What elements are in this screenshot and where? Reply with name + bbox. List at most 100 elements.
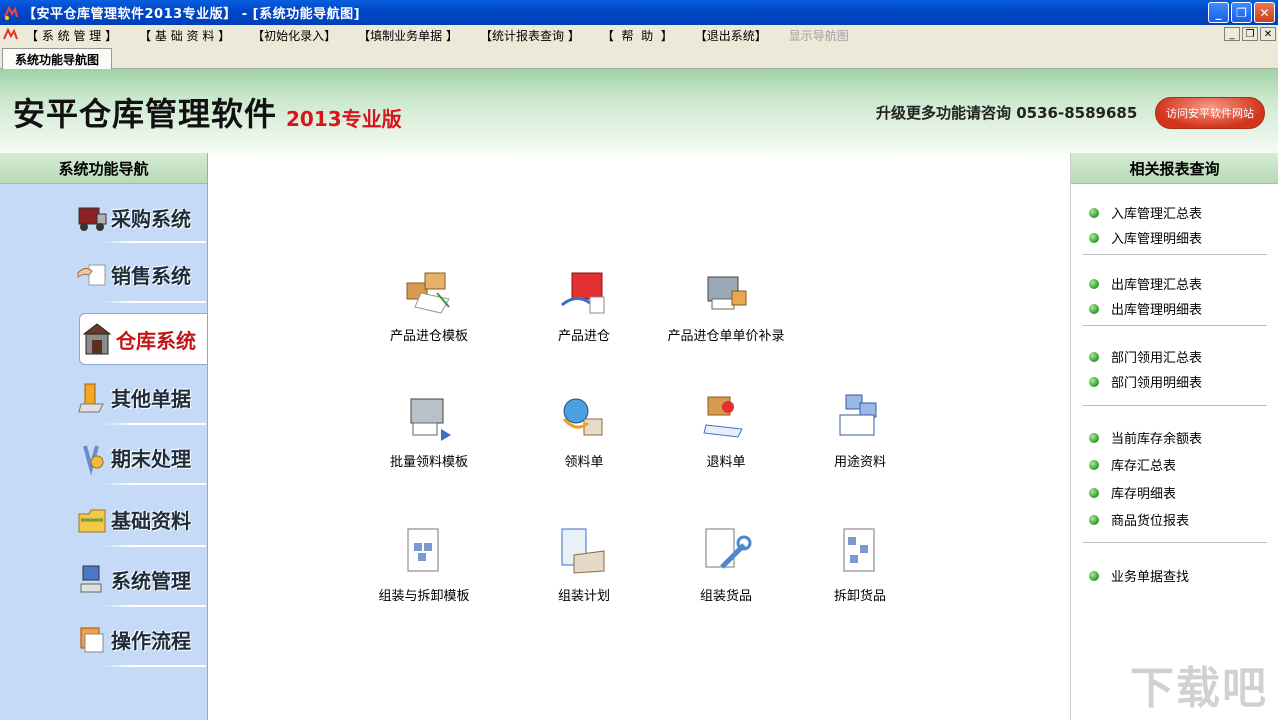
menu-basic-data[interactable]: 【 基 础 资 料 】 xyxy=(139,27,230,44)
nav-item-sales[interactable]: 销售系统 xyxy=(75,248,207,300)
bullet-icon xyxy=(1089,376,1099,387)
report-dept-usage-detail[interactable]: 部门领用明细表 xyxy=(1089,372,1202,391)
assembly-template-icon xyxy=(407,528,439,572)
func-product-inbound[interactable]: 产品进仓 xyxy=(504,263,664,344)
flow-icon xyxy=(80,627,104,653)
func-batch-requisition-template[interactable]: 批量领料模板 xyxy=(349,389,509,470)
app-logo-icon xyxy=(4,5,18,20)
nav-item-system-admin[interactable]: 系统管理 xyxy=(75,553,207,605)
bullet-icon xyxy=(1089,432,1099,443)
bullet-icon xyxy=(1089,459,1099,470)
func-requisition-slip[interactable]: 领料单 xyxy=(504,389,664,470)
report-inbound-detail[interactable]: 入库管理明细表 xyxy=(1089,228,1202,247)
mdi-minimize-button[interactable]: _ xyxy=(1224,27,1240,41)
bullet-icon xyxy=(1089,303,1099,314)
func-inbound-price-entry[interactable]: 产品进仓单单价补录 xyxy=(646,263,806,344)
nav-divider xyxy=(102,483,206,485)
func-assembly-template[interactable]: 组装与拆卸模板 xyxy=(344,523,504,604)
report-stock-detail[interactable]: 库存明细表 xyxy=(1089,483,1176,502)
document-stack-icon xyxy=(78,383,104,413)
header-banner: 安平仓库管理软件 2013专业版 升级更多功能请咨询 0536-8589685 … xyxy=(0,69,1278,153)
report-stock-summary[interactable]: 库存汇总表 xyxy=(1089,455,1176,474)
bullet-icon xyxy=(1089,487,1099,498)
menu-system-management[interactable]: 【 系 统 管 理 】 xyxy=(26,27,117,44)
left-nav-title: 系统功能导航 xyxy=(0,153,207,184)
report-goods-location[interactable]: 商品货位报表 xyxy=(1089,510,1189,529)
left-nav-panel: 系统功能导航 采购系统 销售系统 仓库系统 其他单据 期末处理 基础资料 系统管… xyxy=(0,153,208,720)
menu-business-documents[interactable]: 【填制业务单据 】 xyxy=(358,27,458,44)
nav-item-basic-data[interactable]: 基础资料 xyxy=(75,493,207,545)
mdi-document-icon[interactable] xyxy=(2,27,20,43)
folder-icon xyxy=(78,509,106,533)
tools-icon xyxy=(83,445,104,476)
window-title: 【安平仓库管理软件2013专业版】 - [系统功能导航图] xyxy=(23,7,361,22)
close-button[interactable]: ✕ xyxy=(1254,2,1275,23)
bullet-icon xyxy=(1089,232,1099,243)
bullet-icon xyxy=(1089,278,1099,289)
func-disassemble-goods[interactable]: 拆卸货品 xyxy=(780,523,940,604)
reports-divider xyxy=(1083,325,1267,326)
nav-divider xyxy=(102,605,206,607)
report-current-stock-balance[interactable]: 当前库存余额表 xyxy=(1089,428,1202,447)
mdi-restore-button[interactable]: ❐ xyxy=(1242,27,1258,41)
bullet-icon xyxy=(1089,207,1099,218)
bullet-icon xyxy=(1089,514,1099,525)
watermark: 下载吧 xyxy=(1130,663,1268,714)
mdi-close-button[interactable]: ✕ xyxy=(1260,27,1276,41)
contact-info: 升级更多功能请咨询 0536-8589685 xyxy=(876,104,1138,122)
nav-divider xyxy=(102,665,206,667)
report-outbound-detail[interactable]: 出库管理明细表 xyxy=(1089,299,1202,318)
menu-exit[interactable]: 【退出系统】 xyxy=(695,27,767,44)
reports-divider xyxy=(1083,254,1267,255)
reports-panel: 相关报表查询 入库管理汇总表 入库管理明细表 出库管理汇总表 出库管理明细表 部… xyxy=(1070,153,1278,720)
nav-item-other-docs[interactable]: 其他单据 xyxy=(75,371,207,423)
reports-divider xyxy=(1083,405,1267,406)
nav-item-period-end[interactable]: 期末处理 xyxy=(75,431,207,483)
nav-divider xyxy=(102,301,206,303)
menu-report-query[interactable]: 【统计报表查询 】 xyxy=(480,27,580,44)
report-dept-usage-summary[interactable]: 部门领用汇总表 xyxy=(1089,347,1202,366)
window-titlebar[interactable]: 【安平仓库管理软件2013专业版】 - [系统功能导航图] _ ❐ ✕ xyxy=(0,0,1278,25)
menu-bar: 【 系 统 管 理 】 【 基 础 资 料 】 【初始化录入】 【填制业务单据 … xyxy=(0,25,1278,45)
tab-strip: 系统功能导航图 xyxy=(0,45,1278,69)
reports-divider xyxy=(1083,542,1267,543)
nav-item-workflow[interactable]: 操作流程 xyxy=(75,613,207,665)
minimize-button[interactable]: _ xyxy=(1208,2,1229,23)
bullet-icon xyxy=(1089,570,1099,581)
func-product-inbound-template[interactable]: 产品进仓模板 xyxy=(349,263,509,344)
truck-icon xyxy=(78,207,107,231)
function-area: 产品进仓模板 产品进仓 产品进仓单单价补录 批量领料模板 领料单 退料单 用途资… xyxy=(208,153,1070,720)
report-inbound-summary[interactable]: 入库管理汇总表 xyxy=(1089,203,1202,222)
func-assembly-plan[interactable]: 组装计划 xyxy=(504,523,664,604)
report-outbound-summary[interactable]: 出库管理汇总表 xyxy=(1089,274,1202,293)
warehouse-icon xyxy=(82,323,112,355)
wrench-document-icon xyxy=(705,528,752,569)
globe-box-icon xyxy=(562,398,603,436)
report-document-search[interactable]: 业务单据查找 xyxy=(1089,566,1189,585)
nav-item-purchase[interactable]: 采购系统 xyxy=(75,191,207,243)
nav-divider xyxy=(102,545,206,547)
menu-show-nav[interactable]: 显示导航图 xyxy=(789,27,849,44)
boxes-template-icon xyxy=(406,272,450,314)
func-usage-data[interactable]: 用途资料 xyxy=(780,389,940,470)
menu-help[interactable]: 【 帮 助 】 xyxy=(602,27,673,44)
factory-inbound-icon xyxy=(561,272,605,314)
nav-divider xyxy=(102,241,206,243)
bullet-icon xyxy=(1089,351,1099,362)
return-box-icon xyxy=(703,396,743,438)
blocks-document-icon xyxy=(839,394,877,436)
visit-website-button[interactable]: 访问安平软件网站 xyxy=(1155,97,1265,129)
computer-icon xyxy=(80,565,102,593)
plan-box-icon xyxy=(561,528,605,574)
hand-card-icon xyxy=(77,264,106,286)
reports-title: 相关报表查询 xyxy=(1071,153,1278,184)
maximize-button[interactable]: ❐ xyxy=(1231,2,1252,23)
disassemble-document-icon xyxy=(843,528,875,572)
brand-title: 安平仓库管理软件 xyxy=(13,95,278,133)
printer-box-icon xyxy=(707,276,747,310)
brand-edition: 2013专业版 xyxy=(286,107,402,131)
menu-initial-entry[interactable]: 【初始化录入】 xyxy=(252,27,336,44)
nav-item-warehouse[interactable]: 仓库系统 xyxy=(79,313,208,365)
printer-arrow-icon xyxy=(410,398,451,441)
tab-nav-map[interactable]: 系统功能导航图 xyxy=(2,48,113,69)
